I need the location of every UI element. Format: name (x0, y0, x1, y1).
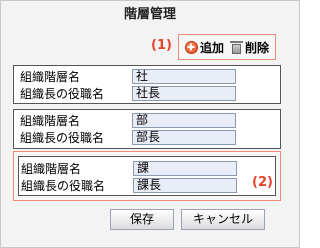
role-name-input[interactable]: 社長 (132, 86, 236, 101)
add-button[interactable]: 追加 (184, 39, 224, 56)
toolbar: 追加 削除 (178, 34, 276, 60)
role-name-label: 組織長の役職名 (20, 87, 105, 101)
cancel-button[interactable]: キャンセル (181, 209, 265, 230)
annotation-1: (1) (151, 38, 172, 53)
layer-name-label: 組織階層名 (20, 114, 81, 128)
role-name-input[interactable]: 課長 (133, 178, 237, 193)
delete-label: 削除 (244, 40, 269, 55)
hierarchy-group-2[interactable]: 組織階層名 部 組織長の役職名 部長 (13, 109, 281, 149)
save-button[interactable]: 保存 (110, 209, 174, 230)
hierarchy-group-3-highlight: 組織階層名 課 組織長の役職名 課長 (13, 151, 281, 201)
role-name-label: 組織長の役職名 (21, 179, 106, 193)
layer-name-input[interactable]: 部 (132, 113, 236, 128)
layer-name-label: 組織階層名 (21, 162, 82, 176)
layer-name-input[interactable]: 課 (133, 161, 237, 176)
annotation-2: (2) (252, 175, 273, 190)
hierarchy-group-1[interactable]: 組織階層名 社 組織長の役職名 社長 (13, 65, 281, 104)
hierarchy-dialog: 階層管理 (1) 追加 削除 組織階層名 社 組織長の役職名 社長 組織階層名 … (0, 0, 300, 248)
role-name-input[interactable]: 部長 (132, 130, 236, 145)
layer-name-input[interactable]: 社 (132, 69, 236, 84)
add-label: 追加 (199, 40, 224, 55)
hierarchy-group-3[interactable]: 組織階層名 課 組織長の役職名 課長 (18, 156, 276, 196)
dialog-title: 階層管理 (123, 7, 176, 22)
role-name-label: 組織長の役職名 (20, 131, 105, 145)
layer-name-label: 組織階層名 (20, 70, 81, 84)
add-icon (184, 40, 198, 54)
delete-button[interactable]: 削除 (229, 39, 269, 56)
trash-icon (229, 40, 243, 54)
